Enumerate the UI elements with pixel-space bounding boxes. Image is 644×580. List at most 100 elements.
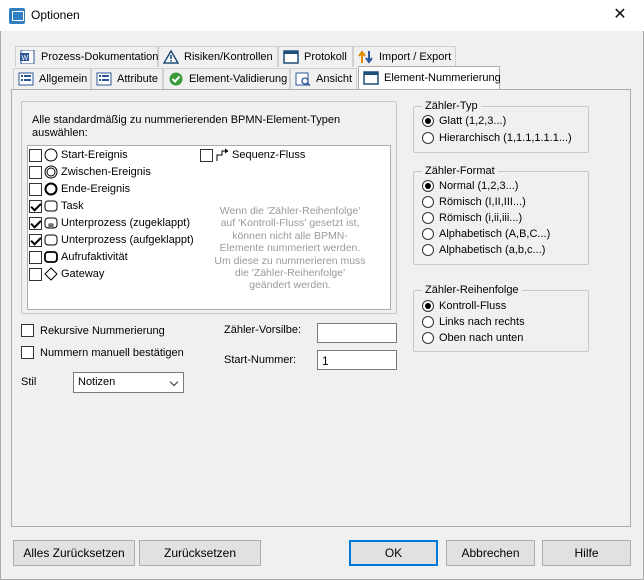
numbering-hint-text: Wenn die 'Zähler-Reihenfolge' auf 'Kontr… <box>214 205 366 292</box>
list-icon <box>96 72 112 86</box>
list-icon <box>18 72 34 86</box>
checkbox[interactable] <box>29 165 42 179</box>
checkbox-checked[interactable] <box>29 233 42 247</box>
checkbox[interactable] <box>200 148 213 162</box>
tab-label: Ansicht <box>316 73 353 85</box>
checkbox[interactable] <box>29 250 42 264</box>
list-item-label: Zwischen-Ereignis <box>61 166 151 178</box>
ok-button[interactable]: OK <box>349 540 438 566</box>
list-item-task[interactable]: Task <box>29 199 84 213</box>
tab-label: Import / Export <box>379 51 452 63</box>
nummern-manuell-option[interactable]: Nummern manuell bestätigen <box>21 346 184 359</box>
stil-select[interactable]: Notizen <box>73 372 184 393</box>
radio-label: Römisch (i,ii,iii...) <box>439 212 523 224</box>
list-item-start-ereignis[interactable]: Start-Ereignis <box>29 148 128 162</box>
tab-protokoll[interactable]: Protokoll <box>278 46 353 67</box>
stil-label: Stil <box>21 376 37 388</box>
radio-normal[interactable]: Normal (1,2,3...) <box>422 180 518 192</box>
tab-label: Risiken/Kontrollen <box>184 51 273 63</box>
checkbox[interactable] <box>29 267 42 281</box>
radio-oben-nach-unten[interactable]: Oben nach unten <box>422 332 523 344</box>
list-item-gateway[interactable]: Gateway <box>29 267 104 281</box>
tab-label: Protokoll <box>304 51 347 63</box>
radio-hierarchisch[interactable]: Hierarchisch (1,1.1,1.1.1...) <box>422 132 572 144</box>
element-types-label: Alle standardmäßig zu nummerierenden BPM… <box>32 114 341 139</box>
radio-button[interactable] <box>422 332 434 344</box>
tab-element-validierung[interactable]: Element-Validierung <box>163 68 290 89</box>
rekursive-nummerierung-option[interactable]: Rekursive Nummerierung <box>21 324 165 337</box>
close-button[interactable]: ✕ <box>597 0 643 30</box>
call-activity-icon <box>44 250 58 264</box>
radio-button[interactable] <box>422 212 434 224</box>
radio-button-selected[interactable] <box>422 300 434 312</box>
radio-label: Kontroll-Fluss <box>439 300 507 312</box>
radio-button-selected[interactable] <box>422 115 434 127</box>
list-item-label: Unterprozess (zugeklappt) <box>61 217 191 229</box>
warning-triangle-icon <box>162 49 180 64</box>
list-item-sequenz-fluss[interactable]: Sequenz-Fluss <box>200 148 305 162</box>
radio-label: Oben nach unten <box>439 332 524 344</box>
zuruecksetzen-button[interactable]: Zurücksetzen <box>139 540 261 566</box>
tab-risiken-kontrollen[interactable]: Risiken/Kontrollen <box>158 46 278 67</box>
checkbox[interactable] <box>21 346 34 359</box>
window-icon <box>283 50 299 64</box>
start-event-icon <box>44 148 58 162</box>
radio-kontroll-fluss[interactable]: Kontroll-Fluss <box>422 300 506 312</box>
vorsilbe-label: Zähler-Vorsilbe: <box>224 324 302 336</box>
tab-prozess-dokumentation[interactable]: W Prozess-Dokumentation <box>15 46 158 67</box>
radio-button[interactable] <box>422 244 434 256</box>
checkbox[interactable] <box>29 182 42 196</box>
list-item-label: Aufrufaktivität <box>61 251 128 263</box>
radio-button[interactable] <box>422 196 434 208</box>
checkbox-checked[interactable] <box>29 216 42 230</box>
tab-label: Element-Nummerierung <box>384 72 501 84</box>
list-item-label: Ende-Ereignis <box>61 183 131 195</box>
tab-import-export[interactable]: Import / Export <box>353 46 456 67</box>
tab-element-nummerierung[interactable]: Element-Nummerierung <box>358 66 501 89</box>
list-item-label: Task <box>61 200 84 212</box>
end-event-icon <box>44 182 58 196</box>
checkbox[interactable] <box>21 324 34 337</box>
radio-links-nach-rechts[interactable]: Links nach rechts <box>422 316 525 328</box>
radio-button[interactable] <box>422 228 434 240</box>
startnummer-input[interactable]: 1 <box>317 350 397 370</box>
vorsilbe-input[interactable] <box>317 323 397 343</box>
list-item-ende-ereignis[interactable]: Ende-Ereignis <box>29 182 130 196</box>
radio-glatt[interactable]: Glatt (1,2,3...) <box>422 115 506 127</box>
tab-ansicht[interactable]: Ansicht <box>290 68 357 89</box>
intermediate-event-icon <box>44 165 58 179</box>
tab-label: Allgemein <box>39 73 88 85</box>
list-item-label: Gateway <box>61 268 105 280</box>
group-title: Zähler-Typ <box>422 100 481 112</box>
app-icon <box>9 8 25 24</box>
alles-zuruecksetzen-button[interactable]: Alles Zurücksetzen <box>13 540 135 566</box>
radio-alpha-klein[interactable]: Alphabetisch (a,b,c...) <box>422 244 545 256</box>
radio-label: Alphabetisch (A,B,C...) <box>439 228 551 240</box>
abbrechen-button[interactable]: Abbrechen <box>446 540 535 566</box>
list-item-unterprozess-aufgeklappt[interactable]: Unterprozess (aufgeklappt) <box>29 233 194 247</box>
checkbox[interactable] <box>29 148 42 162</box>
green-check-icon <box>168 72 184 86</box>
tab-allgemein[interactable]: Allgemein <box>13 68 91 89</box>
sequence-flow-icon <box>215 148 229 162</box>
group-title: Zähler-Reihenfolge <box>422 284 522 296</box>
list-item-aufrufaktivitaet[interactable]: Aufrufaktivität <box>29 250 128 264</box>
radio-button[interactable] <box>422 132 434 144</box>
radio-button-selected[interactable] <box>422 180 434 192</box>
radio-label: Glatt (1,2,3...) <box>439 115 507 127</box>
startnummer-label: Start-Nummer: <box>224 354 297 366</box>
radio-roemisch-gross[interactable]: Römisch (I,II,III...) <box>422 196 526 208</box>
list-item-label: Unterprozess (aufgeklappt) <box>61 234 194 246</box>
tab-attribute[interactable]: Attribute <box>91 68 163 89</box>
tab-label: Attribute <box>117 73 158 85</box>
list-item-label: Sequenz-Fluss <box>232 149 306 161</box>
hilfe-button[interactable]: Hilfe <box>542 540 631 566</box>
radio-label: Alphabetisch (a,b,c...) <box>439 244 546 256</box>
radio-roemisch-klein[interactable]: Römisch (i,ii,iii...) <box>422 212 522 224</box>
radio-alpha-gross[interactable]: Alphabetisch (A,B,C...) <box>422 228 550 240</box>
list-item-unterprozess-zugeklappt[interactable]: Unterprozess (zugeklappt) <box>29 216 190 230</box>
radio-button[interactable] <box>422 316 434 328</box>
word-doc-icon: W <box>20 49 36 65</box>
list-item-zwischen-ereignis[interactable]: Zwischen-Ereignis <box>29 165 151 179</box>
checkbox-checked[interactable] <box>29 199 42 213</box>
